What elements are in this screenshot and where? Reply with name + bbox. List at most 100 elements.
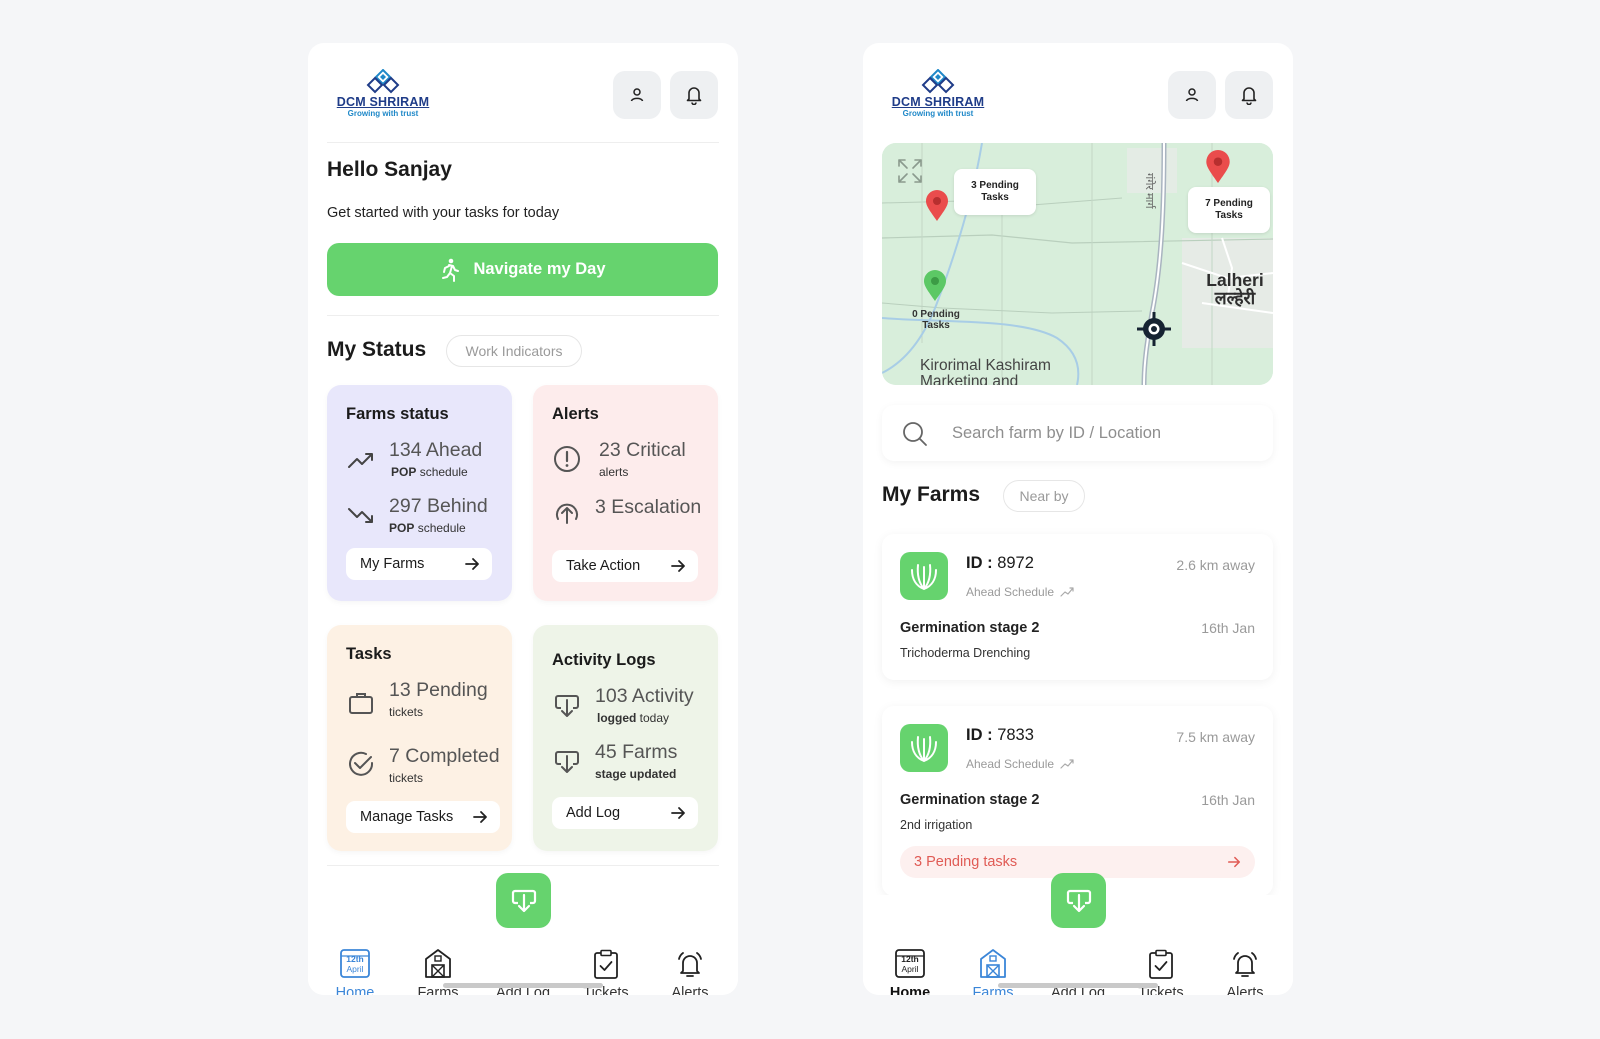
nav-farms[interactable]: Farms xyxy=(398,901,478,995)
profile-button[interactable] xyxy=(613,71,661,119)
divider xyxy=(327,865,719,866)
farm-stage: Germination stage 2 xyxy=(900,792,1040,808)
calendar-month: April xyxy=(346,964,363,974)
bell-icon xyxy=(686,87,702,105)
calendar-day: 12th xyxy=(346,954,363,964)
wheat-icon xyxy=(911,564,937,590)
my-status-title: My Status xyxy=(327,338,427,361)
clipboard-check-icon xyxy=(594,949,618,979)
brand-tagline: Growing with trust xyxy=(347,109,419,118)
nav-home[interactable]: 12th April Home xyxy=(315,901,395,995)
pin-label-7-pending: 7 Pending Tasks xyxy=(1188,187,1270,233)
search-icon xyxy=(903,422,927,446)
greeting-subtitle: Get started with your tasks for today xyxy=(327,205,560,221)
my-farms-button[interactable]: My Farms xyxy=(346,548,492,580)
farm-activity: 2nd irrigation xyxy=(900,818,973,832)
arrow-right-icon xyxy=(671,807,685,819)
notifications-button[interactable] xyxy=(670,71,718,119)
arrow-right-icon xyxy=(473,811,487,823)
farm-activity: Trichoderma Drenching xyxy=(900,646,1031,660)
bell-icon xyxy=(1241,87,1257,105)
near-by-chip[interactable]: Near by xyxy=(1003,480,1085,512)
running-person-icon xyxy=(442,258,460,282)
barn-icon xyxy=(425,949,451,978)
ahead-subtitle: POP schedule xyxy=(391,465,468,479)
work-indicators-chip[interactable]: Work Indicators xyxy=(446,335,582,367)
nav-farms[interactable]: Farms xyxy=(953,901,1033,995)
farm-search-input[interactable] xyxy=(952,419,1252,447)
nav-alerts[interactable]: Alerts xyxy=(1205,901,1285,995)
download-log-icon xyxy=(555,695,579,717)
farm-id: ID : 8972 xyxy=(966,554,1034,572)
user-icon xyxy=(630,88,644,102)
calendar-day: 12th xyxy=(901,954,918,964)
greeting: Hello Sanjay xyxy=(327,158,452,181)
nav-home[interactable]: 12th April Home xyxy=(870,901,950,995)
alerts-card: Alerts 23 Critical alerts 3 Escalation T… xyxy=(533,385,718,601)
activity-logs-card: Activity Logs 103 Activity logged today … xyxy=(533,625,718,851)
escalation-icon xyxy=(556,503,578,524)
pending-tasks-label: 3 Pending tasks xyxy=(914,854,1018,870)
header: DCM SHRIRAM Growing with trust xyxy=(308,43,738,143)
farm-stage: Germination stage 2 xyxy=(900,620,1040,636)
ahead-count: 134 Ahead xyxy=(389,439,483,461)
farms-screen: DCM SHRIRAM Growing with trust 3 Pending… xyxy=(863,43,1293,995)
farm-schedule: Ahead Schedule xyxy=(966,757,1074,771)
fullscreen-icon[interactable] xyxy=(896,157,924,185)
map-pin-red-icon[interactable] xyxy=(1205,150,1231,184)
wheat-icon xyxy=(911,736,937,762)
brand-logo: DCM SHRIRAM Growing with trust xyxy=(328,69,438,119)
farm-card[interactable]: ID : 8972 2.6 km away Ahead Schedule Ger… xyxy=(882,534,1273,680)
completed-count: 7 Completed xyxy=(389,745,500,767)
trend-up-icon xyxy=(1060,587,1074,597)
completed-subtitle: tickets xyxy=(389,771,424,785)
home-screen: DCM SHRIRAM Growing with trust Hello San… xyxy=(308,43,738,995)
farm-logo xyxy=(900,724,948,772)
arrow-right-icon xyxy=(671,560,685,572)
home-indicator xyxy=(998,983,1158,988)
map-pin-red-icon[interactable] xyxy=(925,190,949,222)
navigate-my-day-label: Navigate my Day xyxy=(473,260,606,278)
farms-updated-count: 45 Farms xyxy=(595,741,678,763)
notifications-button[interactable] xyxy=(1225,71,1273,119)
farm-date: 16th Jan xyxy=(1201,620,1255,636)
profile-button[interactable] xyxy=(1168,71,1216,119)
nav-alerts[interactable]: Alerts xyxy=(650,901,730,995)
barn-icon xyxy=(980,949,1006,978)
nav-tickets[interactable]: Tickets xyxy=(1121,901,1201,995)
pending-count: 13 Pending xyxy=(389,679,488,701)
map-pin-green-icon[interactable] xyxy=(923,270,947,302)
farms-map[interactable]: 3 Pending Tasks 7 Pending Tasks 0 Pendin… xyxy=(882,143,1273,385)
brand-tagline: Growing with trust xyxy=(902,109,974,118)
farm-card[interactable]: ID : 7833 7.5 km away Ahead Schedule Ger… xyxy=(882,706,1273,896)
navigate-my-day-button[interactable]: Navigate my Day xyxy=(327,243,718,296)
alarm-bell-icon xyxy=(1233,952,1257,977)
nav-tickets[interactable]: Tickets xyxy=(566,901,646,995)
farm-distance: 2.6 km away xyxy=(1176,557,1255,573)
trend-up-icon xyxy=(348,453,373,468)
current-location-icon[interactable] xyxy=(1136,311,1172,347)
header-divider xyxy=(327,142,719,143)
nav-alerts-label: Alerts xyxy=(1226,985,1264,995)
nav-add-log[interactable]: Add Log xyxy=(1038,901,1118,995)
tasks-title: Tasks xyxy=(346,645,392,663)
take-action-button[interactable]: Take Action xyxy=(552,550,698,582)
escalation-count: 3 Escalation xyxy=(595,496,702,518)
nav-home-label: Home xyxy=(889,985,931,995)
brand-name: DCM SHRIRAM xyxy=(336,95,430,109)
clipboard-check-icon xyxy=(1149,949,1173,979)
activity-subtitle: logged today xyxy=(597,711,670,725)
manage-tasks-button[interactable]: Manage Tasks xyxy=(346,801,500,833)
nav-home-label: Home xyxy=(335,985,375,995)
add-log-button[interactable]: Add Log xyxy=(552,797,698,829)
nav-add-log[interactable]: Add Log xyxy=(483,901,563,995)
diamond-logo-icon xyxy=(366,69,400,94)
add-log-label: Add Log xyxy=(566,805,621,821)
download-log-icon xyxy=(555,751,579,773)
calendar-month: April xyxy=(901,964,918,974)
manage-tasks-label: Manage Tasks xyxy=(360,809,454,825)
farm-search-bar xyxy=(882,405,1273,461)
arrow-right-icon xyxy=(465,558,479,570)
tasks-card: Tasks 13 Pending tickets 7 Completed tic… xyxy=(327,625,512,851)
exclamation-circle-icon xyxy=(554,446,580,472)
